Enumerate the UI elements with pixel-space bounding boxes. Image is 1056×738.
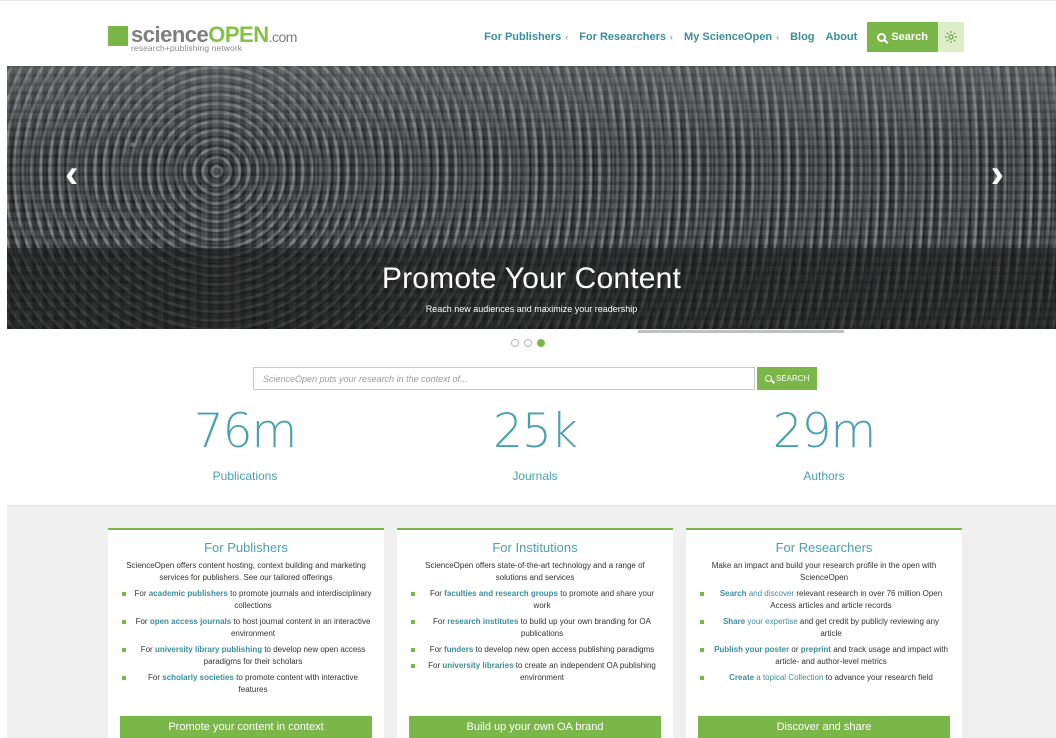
link[interactable]: Share	[723, 617, 745, 626]
chevron-left-icon: ‹	[565, 32, 569, 42]
nav-my-scienceopen[interactable]: My ScienceOpen ‹	[684, 31, 779, 43]
carousel-dot-2[interactable]	[524, 339, 532, 347]
hero-subtitle: Reach new audiences and maximize your re…	[425, 304, 638, 314]
list-item: For academic publishers to promote journ…	[120, 588, 372, 612]
stat-value: 76m	[193, 404, 298, 459]
nav-for-publishers[interactable]: For Publishers ‹	[484, 31, 568, 43]
link[interactable]: open access journals	[150, 617, 231, 626]
nav-about[interactable]: About	[826, 31, 858, 43]
search-icon	[877, 32, 887, 42]
link[interactable]: preprint	[801, 645, 831, 654]
build-oa-brand-button[interactable]: Build up your own OA brand	[409, 716, 661, 738]
settings-button[interactable]	[938, 22, 964, 52]
link[interactable]: faculties and research groups	[444, 589, 558, 598]
stat-journals: 25k Journals	[415, 408, 655, 483]
card-list: For academic publishers to promote journ…	[120, 588, 372, 696]
carousel-indicators	[0, 339, 1056, 347]
list-item: For scholarly societies to promote conte…	[120, 672, 372, 696]
hero-carousel: ‹ › Promote Your Content Reach new audie…	[7, 66, 1056, 329]
link[interactable]: scholarly societies	[162, 673, 234, 682]
link[interactable]: Search	[720, 589, 747, 598]
link[interactable]: funders	[444, 645, 473, 654]
stat-value: 29m	[772, 404, 877, 459]
discover-share-button[interactable]: Discover and share	[698, 716, 950, 738]
link[interactable]: and discover	[747, 589, 794, 598]
list-item: Create a topical Collection to advance y…	[698, 672, 950, 684]
carousel-prev-arrow[interactable]: ‹	[65, 154, 78, 194]
main-search: SEARCH	[253, 367, 818, 390]
logo-domain: .com	[268, 29, 298, 45]
card-title: For Researchers	[775, 540, 873, 555]
list-item: For faculties and research groups to pro…	[409, 588, 661, 612]
search-icon	[765, 375, 772, 382]
link[interactable]: university libraries	[442, 661, 513, 670]
link[interactable]: Create	[729, 673, 754, 682]
header-search-button[interactable]: Search	[867, 22, 938, 52]
card-title: For Institutions	[492, 540, 578, 555]
stat-label: Journals	[512, 469, 558, 483]
card-for-publishers: For Publishers ScienceOpen offers conten…	[108, 528, 384, 738]
list-item: For open access journals to host journal…	[120, 616, 372, 640]
stat-authors: 29m Authors	[704, 408, 944, 483]
logo-mark	[108, 26, 128, 46]
link[interactable]: a topical Collection	[754, 673, 823, 682]
link[interactable]: academic publishers	[149, 589, 228, 598]
promote-content-button[interactable]: Promote your content in context	[120, 716, 372, 738]
card-description: ScienceOpen offers content hosting, cont…	[126, 561, 366, 582]
list-item: For university libraries to create an in…	[409, 660, 661, 684]
carousel-dot-1[interactable]	[511, 339, 519, 347]
carousel-dot-3-active[interactable]	[537, 339, 545, 347]
card-description: ScienceOpen offers state-of-the-art tech…	[425, 561, 645, 582]
hero-title: Promote Your Content	[381, 262, 682, 295]
scienceopen-logo[interactable]: scienceOPEN.com research+publishing netw…	[108, 24, 298, 52]
stat-publications: 76m Publications	[125, 408, 365, 483]
card-for-institutions: For Institutions ScienceOpen offers stat…	[397, 528, 673, 738]
list-item: Share your expertise and get credit by p…	[698, 616, 950, 640]
link[interactable]: university library publishing	[155, 645, 262, 654]
card-list: Search and discover relevant research in…	[698, 588, 950, 684]
card-title: For Publishers	[204, 540, 288, 555]
card-list: For faculties and research groups to pro…	[409, 588, 661, 684]
gear-icon	[945, 31, 957, 43]
link[interactable]: your expertise	[745, 617, 797, 626]
site-header: scienceOPEN.com research+publishing netw…	[0, 0, 1056, 66]
chevron-left-icon: ‹	[776, 32, 780, 42]
list-item: For research institutes to build up your…	[409, 616, 661, 640]
stat-label: Publications	[212, 469, 278, 483]
search-input[interactable]	[253, 367, 755, 390]
card-description: Make an impact and build your research p…	[711, 561, 937, 582]
link[interactable]: research institutes	[447, 617, 518, 626]
chevron-left-icon: ‹	[670, 32, 674, 42]
search-submit-button[interactable]: SEARCH	[757, 367, 818, 390]
stat-value: 25k	[492, 404, 578, 459]
list-item: For funders to develop new open access p…	[409, 644, 661, 656]
card-for-researchers: For Researchers Make an impact and build…	[686, 528, 962, 738]
nav-for-researchers[interactable]: For Researchers ‹	[579, 31, 673, 43]
slide-progress-bar	[638, 330, 844, 333]
main-nav: For Publishers ‹ For Researchers ‹ My Scie…	[473, 22, 964, 52]
stat-label: Authors	[803, 469, 845, 483]
list-item: Publish your poster or preprint and trac…	[698, 644, 950, 668]
carousel-next-arrow[interactable]: ›	[991, 154, 1004, 194]
list-item: For university library publishing to dev…	[120, 644, 372, 668]
nav-blog[interactable]: Blog	[790, 31, 814, 43]
link[interactable]: Publish your poster	[714, 645, 789, 654]
list-item: Search and discover relevant research in…	[698, 588, 950, 612]
